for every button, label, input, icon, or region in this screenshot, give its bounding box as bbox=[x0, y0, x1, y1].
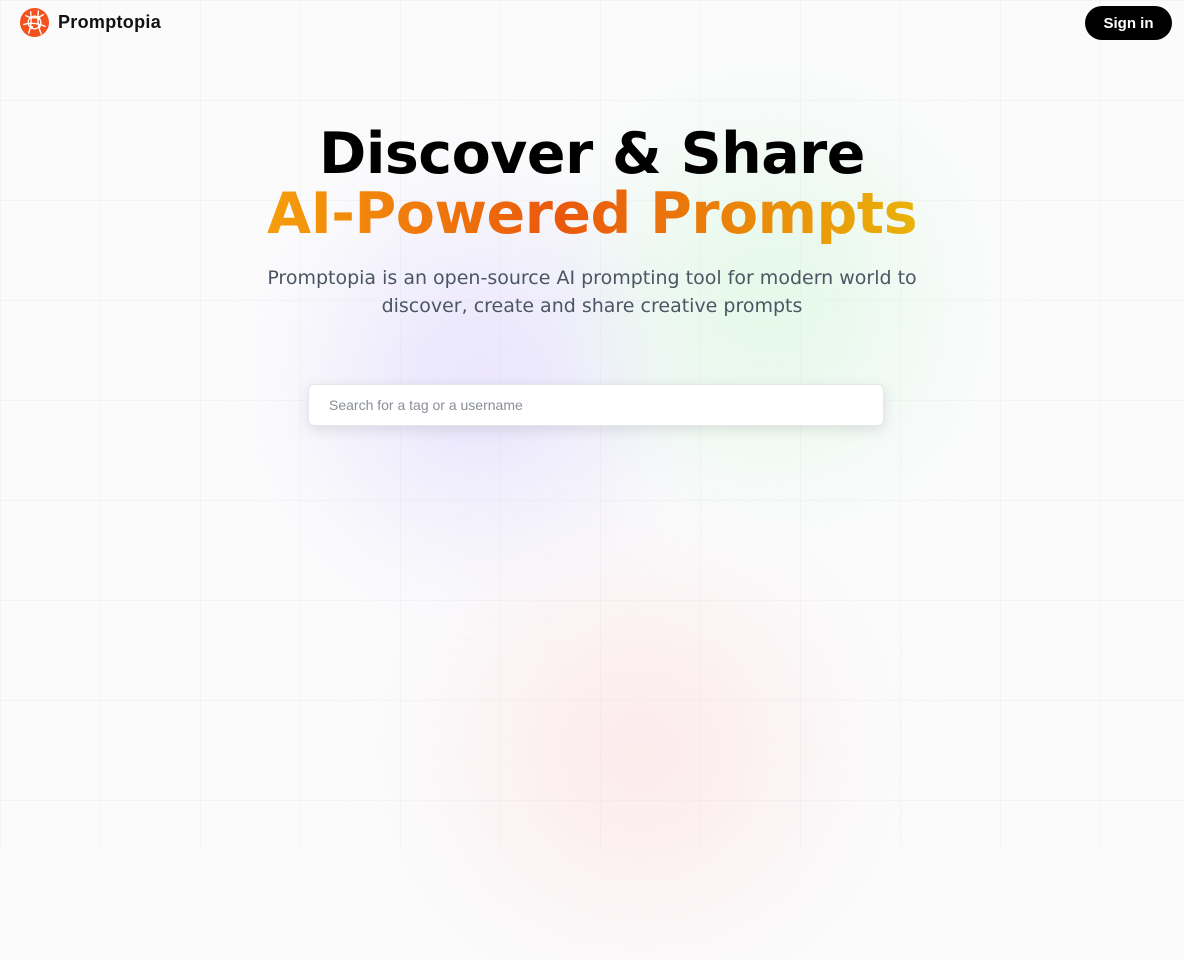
search-input[interactable] bbox=[308, 384, 884, 426]
hero-section: Discover & Share AI-Powered Prompts Prom… bbox=[0, 124, 1184, 320]
hero-title-highlight: AI-Powered Prompts bbox=[266, 181, 918, 247]
hero-title-line1: Discover & Share bbox=[319, 121, 865, 187]
brand-name: Promptopia bbox=[58, 12, 162, 32]
sign-in-button[interactable]: Sign in bbox=[1085, 6, 1172, 40]
hero-description: Promptopia is an open-source AI promptin… bbox=[267, 267, 917, 317]
background-glow-pink bbox=[360, 540, 920, 960]
brand-home-link[interactable]: Promptopia bbox=[19, 7, 161, 38]
hero-title: Discover & Share AI-Powered Prompts bbox=[0, 124, 1184, 244]
globe-network-icon bbox=[19, 7, 50, 38]
top-nav: Promptopia Sign in bbox=[0, 0, 1184, 46]
search-form bbox=[308, 384, 884, 426]
